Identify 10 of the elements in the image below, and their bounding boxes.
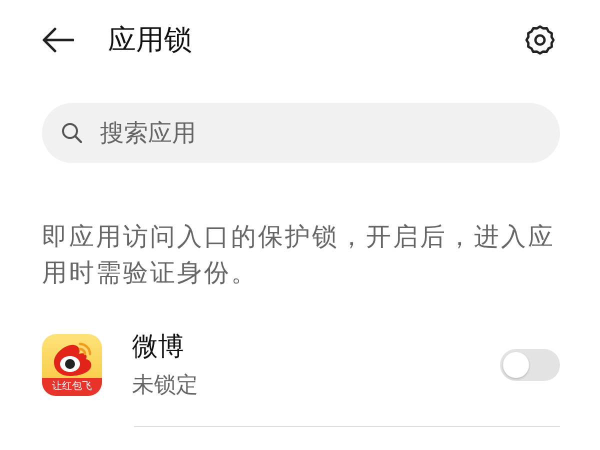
app-name: 微博 [132, 331, 185, 364]
page-title: 应用锁 [108, 22, 193, 58]
search-field[interactable]: 搜索应用 [42, 103, 560, 163]
back-icon[interactable] [42, 27, 74, 53]
search-icon [60, 121, 84, 145]
lock-status: 未锁定 [132, 372, 199, 400]
lock-toggle[interactable] [500, 348, 560, 380]
settings-icon[interactable] [523, 23, 557, 57]
icon-label: 让红包飞 [42, 378, 102, 396]
description-text: 即应用访问入口的保护锁，开启后，进入应用时需验证身份。 [42, 221, 556, 289]
